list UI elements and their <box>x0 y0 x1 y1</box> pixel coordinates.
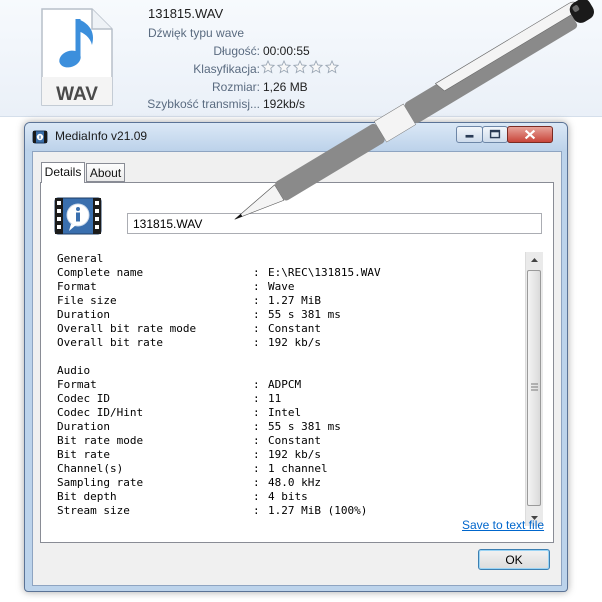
wav-audio-file-icon: WAV <box>41 8 113 106</box>
close-button[interactable] <box>507 126 553 143</box>
report-label: Bit depth <box>57 490 117 503</box>
star-icon[interactable] <box>261 60 275 74</box>
report-value: ADPCM <box>268 378 302 391</box>
report-colon: : <box>253 378 260 391</box>
star-icon[interactable] <box>293 60 307 74</box>
bitrate-value: 192kb/s <box>263 97 306 111</box>
explorer-details-pane: WAV 131815.WAV Dźwięk typu wave Długość:… <box>0 0 602 117</box>
report-label: Format <box>57 378 97 391</box>
rating-stars[interactable] <box>261 60 339 74</box>
report-value: Wave <box>268 280 295 293</box>
report-value: 1.27 MiB (100%) <box>268 504 368 517</box>
report-colon: : <box>253 336 260 349</box>
report-colon: : <box>253 280 260 293</box>
minimize-icon <box>465 134 474 138</box>
report-value: Constant <box>268 322 321 335</box>
star-icon[interactable] <box>325 60 339 74</box>
save-to-text-file-link[interactable]: Save to text file <box>462 518 544 532</box>
maximize-button[interactable] <box>482 126 508 143</box>
report-colon: : <box>253 308 260 321</box>
report-label: Codec ID/Hint <box>57 406 144 419</box>
report-value: E:\REC\131815.WAV <box>268 266 381 279</box>
report-value: 11 <box>268 392 282 405</box>
length-label: Długość: <box>213 44 260 58</box>
report-label: Codec ID <box>57 392 110 405</box>
window-title: MediaInfo v21.09 <box>55 129 148 143</box>
bitrate-label: Szybkość transmisj... <box>147 97 260 111</box>
size-value: 1,26 MB <box>263 80 308 94</box>
report-label: File size <box>57 294 117 307</box>
report-value: 55 s 381 ms <box>268 420 341 433</box>
report-colon: : <box>253 476 260 489</box>
star-icon[interactable] <box>309 60 323 74</box>
report-label: Sampling rate <box>57 476 144 489</box>
mediainfo-window: MediaInfo v21.09 Details About 131815.WA… <box>24 122 568 592</box>
report-label: Format <box>57 280 97 293</box>
scroll-up-arrow-icon[interactable] <box>526 252 543 269</box>
media-report-text[interactable]: General Complete name: E:\REC\131815.WAV … <box>57 252 526 526</box>
report-colon: : <box>253 448 260 461</box>
minimize-button[interactable] <box>456 126 483 143</box>
report-value: Intel <box>268 406 302 419</box>
file-name: 131815.WAV <box>148 6 224 21</box>
report-value: 192 kb/s <box>268 336 321 349</box>
report-colon: : <box>253 322 260 335</box>
rating-label: Klasyfikacja: <box>193 62 260 76</box>
length-value: 00:00:55 <box>263 44 310 58</box>
report-scrollbar[interactable] <box>525 252 543 526</box>
report-label: Overall bit rate <box>57 336 163 349</box>
report-colon: : <box>253 420 260 433</box>
details-panel: 131815.WAV General Complete name: E:\REC\… <box>40 182 554 543</box>
maximize-icon <box>489 129 501 139</box>
report-label: Bit rate mode <box>57 434 144 447</box>
report-label: Channel(s) <box>57 462 124 475</box>
report-value: 192 kb/s <box>268 448 321 461</box>
report-colon: : <box>253 294 260 307</box>
report-colon: : <box>253 490 260 503</box>
report-colon: : <box>253 392 260 405</box>
star-icon[interactable] <box>277 60 291 74</box>
report-colon: : <box>253 406 260 419</box>
report-label: Duration <box>57 308 110 321</box>
report-label: Bit rate <box>57 448 110 461</box>
report-value: Constant <box>268 434 321 447</box>
scrollbar-thumb[interactable] <box>527 270 541 506</box>
mediainfo-info-icon <box>54 197 102 235</box>
report-value: 1.27 MiB <box>268 294 321 307</box>
tab-about[interactable]: About <box>86 163 125 182</box>
report-value: 48.0 kHz <box>268 476 321 489</box>
report-colon: : <box>253 504 260 517</box>
report-label: Overall bit rate mode <box>57 322 197 335</box>
grip-icon <box>531 383 538 391</box>
close-icon <box>524 129 536 140</box>
dialog-client-area: Details About 131815.WAV General Complet… <box>32 151 562 586</box>
report-label: Stream size <box>57 504 130 517</box>
file-type: Dźwięk typu wave <box>148 26 245 40</box>
report-value: 1 channel <box>268 462 328 475</box>
report-value: 55 s 381 ms <box>268 308 341 321</box>
report-colon: : <box>253 462 260 475</box>
report-value: 4 bits <box>268 490 308 503</box>
section-audio-header: Audio <box>57 364 91 377</box>
mediainfo-app-icon <box>32 130 48 144</box>
report-colon: : <box>253 266 260 279</box>
tab-details[interactable]: Details <box>41 162 85 183</box>
section-general-header: General <box>57 252 104 265</box>
ok-button[interactable]: OK <box>478 549 550 570</box>
report-label: Duration <box>57 420 110 433</box>
report-label: Complete name <box>57 266 144 279</box>
filename-field[interactable]: 131815.WAV <box>127 213 542 234</box>
wav-icon-label: WAV <box>56 84 98 105</box>
report-colon: : <box>253 434 260 447</box>
size-label: Rozmiar: <box>211 80 260 94</box>
title-bar[interactable]: MediaInfo v21.09 <box>25 123 567 151</box>
